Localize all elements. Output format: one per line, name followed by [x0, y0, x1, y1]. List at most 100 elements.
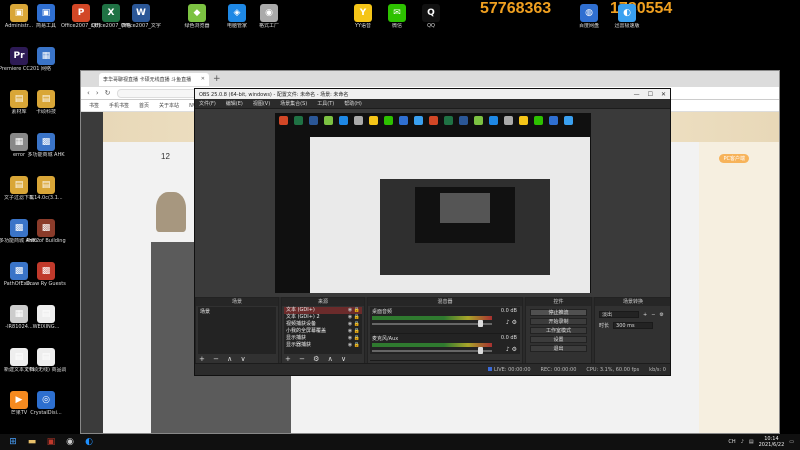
control-button[interactable]: 停止推流 — [530, 309, 587, 316]
minimize-icon[interactable]: — — [634, 91, 640, 98]
desktop-icon[interactable]: ▤ 卡硕科技 — [27, 88, 65, 128]
refresh-icon[interactable]: ↻ — [105, 89, 111, 97]
desktop-icon[interactable]: ▦ 网络 — [27, 45, 65, 85]
control-button[interactable]: 设置 — [530, 336, 587, 343]
file-explorer-icon[interactable]: ▬ — [26, 436, 38, 448]
source-item[interactable]: 文本 (GDI+) ◉ 🔒 — [284, 307, 362, 314]
duration-input[interactable]: 300 ms — [613, 322, 654, 329]
desktop-icon[interactable]: ▤ WEIXING... — [27, 303, 65, 343]
visibility-lock-icon[interactable]: ◉ 🔒 — [348, 314, 360, 321]
desktop-icon[interactable]: ✉ 微信 — [378, 2, 416, 42]
obs-menu-item[interactable]: 场景集合(S) — [280, 100, 307, 107]
pc-client-button[interactable]: PC客户端 — [719, 154, 749, 163]
desktop-icon[interactable]: ▩ Draw Ry Guests — [26, 260, 66, 300]
desktop-icon-label: 格式工厂 — [258, 23, 279, 29]
desktop-icon[interactable]: ▤ 3.14.0c(3.1... — [27, 174, 65, 214]
desktop-icon[interactable]: W Office2007_文字 — [121, 2, 161, 42]
desktop-icon-label: 绿色浏览器 — [184, 23, 210, 29]
maximize-icon[interactable]: ☐ — [648, 91, 653, 98]
gear-icon[interactable]: ⚙ — [659, 312, 663, 318]
scene-item[interactable]: 场景 — [198, 307, 276, 316]
windows-start-icon[interactable]: ⊞ — [7, 436, 19, 448]
desktop-icon[interactable]: ◐ 迅雷极速版 — [608, 2, 646, 42]
source-item[interactable]: 文本 (GDI+) 2 ◉ 🔒 — [284, 314, 362, 321]
forward-icon[interactable]: › — [96, 89, 99, 97]
volume-slider-handle[interactable] — [478, 320, 483, 327]
app-icon: ▦ — [10, 305, 28, 323]
source-item[interactable]: 小我的全屏幕覆盖 ◉ 🔒 — [284, 328, 362, 335]
browser-tab[interactable]: 李华哥聊视直播 卡硕无线直播 斗鱼直播 ✕ — [99, 72, 209, 86]
volume-slider[interactable] — [372, 323, 492, 325]
app-icon: W — [132, 4, 150, 22]
source-item[interactable]: 视频捕获设备 ◉ 🔒 — [284, 321, 362, 328]
obs-taskbar-icon[interactable]: ◉ — [64, 436, 76, 448]
back-icon[interactable]: ‹ — [87, 89, 90, 97]
desktop-icon-label: 迅雷极速版 — [614, 23, 640, 29]
obs-window[interactable]: OBS 25.0.8 (64-bit, windows) - 配置文件: 未命名… — [194, 88, 671, 376]
desktop-icon[interactable]: ◎ CrystalDisi... — [27, 389, 65, 429]
desktop-icon[interactable]: Q QQ — [412, 2, 450, 42]
speaker-icon[interactable]: ♪ ⚙ — [506, 346, 517, 353]
visibility-lock-icon[interactable]: ◉ 🔒 — [348, 307, 360, 314]
obs-preview[interactable] — [195, 109, 670, 297]
scenes-toolbar[interactable]: + − ∧ ∨ — [199, 355, 249, 363]
input-method-indicator[interactable]: CH — [728, 439, 735, 445]
desktop-icon[interactable]: Y YY语音 — [344, 2, 382, 42]
desktop-icon[interactable]: ▤(卡硕无线) 商品调查 — [26, 346, 66, 386]
volume-slider-handle[interactable] — [478, 347, 483, 354]
app-icon: ▤ — [10, 90, 28, 108]
desktop-icon[interactable]: ◉ 格式工厂 — [250, 2, 288, 42]
source-item[interactable]: 显示器捕获 ◉ 🔒 — [284, 342, 362, 349]
desktop-icon[interactable]: ▩ Path of Building — [26, 217, 66, 257]
source-item[interactable]: 显示捕获 ◉ 🔒 — [284, 335, 362, 342]
desktop-icon[interactable]: ▩ 多功能商城 AHK — [27, 131, 65, 171]
desktop-icon[interactable]: ◆ 绿色浏览器 — [178, 2, 216, 42]
bookmark-item[interactable]: 书签 — [89, 102, 99, 109]
app-icon-red[interactable]: ▣ — [45, 436, 57, 448]
visibility-lock-icon[interactable]: ◉ 🔒 — [348, 321, 360, 328]
visibility-lock-icon[interactable]: ◉ 🔒 — [348, 342, 360, 349]
control-button[interactable]: 工作室模式 — [530, 327, 587, 334]
desktop-icon-label: 简易工具 — [35, 23, 56, 29]
desktop-icon-label: 卡硕科技 — [35, 109, 56, 115]
new-tab-button[interactable]: + — [213, 74, 221, 84]
desktop: 57768363 1780554 李华哥聊视直播 卡硕无线直播 斗鱼直播 ✕ +… — [0, 0, 800, 434]
mixer-channel-name: 麦克风/Aux — [372, 336, 399, 342]
bookmark-item[interactable]: 手机书签 — [109, 102, 129, 109]
obs-menu-item[interactable]: 视图(V) — [253, 100, 270, 107]
desktop-icon[interactable]: ▣ 简易工具 — [27, 2, 65, 42]
sources-toolbar[interactable]: + − ⚙ ∧ ∨ — [285, 355, 349, 363]
desktop-icon-label: (卡硕无线) 商品调查 — [26, 367, 66, 373]
desktop-icon[interactable]: ◍ 百度网盘 — [570, 2, 608, 42]
close-icon[interactable]: ✕ — [201, 76, 205, 82]
browser-taskbar-icon[interactable]: ◐ — [83, 436, 95, 448]
app-icon: ◐ — [618, 4, 636, 22]
obs-menu-item[interactable]: 帮助(H) — [344, 100, 362, 107]
preview-icon — [459, 116, 468, 125]
preview-icon — [324, 116, 333, 125]
desktop-icon-label: Office2007_文字 — [121, 23, 161, 29]
volume-slider[interactable] — [372, 350, 492, 352]
clock[interactable]: 10:14 2021/6/22 — [759, 436, 785, 448]
obs-menu-item[interactable]: 工具(T) — [317, 100, 334, 107]
preview-icon — [534, 116, 543, 125]
speaker-icon[interactable]: ♪ ⚙ — [506, 319, 517, 326]
close-icon[interactable]: ✕ — [661, 91, 666, 98]
remove-transition-icon[interactable]: − — [651, 312, 655, 318]
notification-icon[interactable]: ▭ — [789, 439, 794, 445]
network-icon[interactable]: ▤ — [749, 439, 754, 445]
bookmark-item[interactable]: 关于本站 — [159, 102, 179, 109]
volume-icon[interactable]: ♪ — [741, 439, 744, 445]
control-button[interactable]: 开始录制 — [530, 318, 587, 325]
bookmark-item[interactable]: 首页 — [139, 102, 149, 109]
obs-menu-item[interactable]: 文件(F) — [199, 100, 216, 107]
add-transition-icon[interactable]: + — [643, 312, 647, 318]
app-icon: ▦ — [10, 133, 28, 151]
volume-meter — [372, 343, 492, 347]
obs-menu-item[interactable]: 编辑(E) — [226, 100, 243, 107]
control-button[interactable]: 退出 — [530, 345, 587, 352]
visibility-lock-icon[interactable]: ◉ 🔒 — [348, 335, 360, 342]
transition-type-select[interactable]: 淡出 — [599, 311, 639, 318]
app-icon: ▦ — [37, 47, 55, 65]
visibility-lock-icon[interactable]: ◉ 🔒 — [348, 328, 360, 335]
